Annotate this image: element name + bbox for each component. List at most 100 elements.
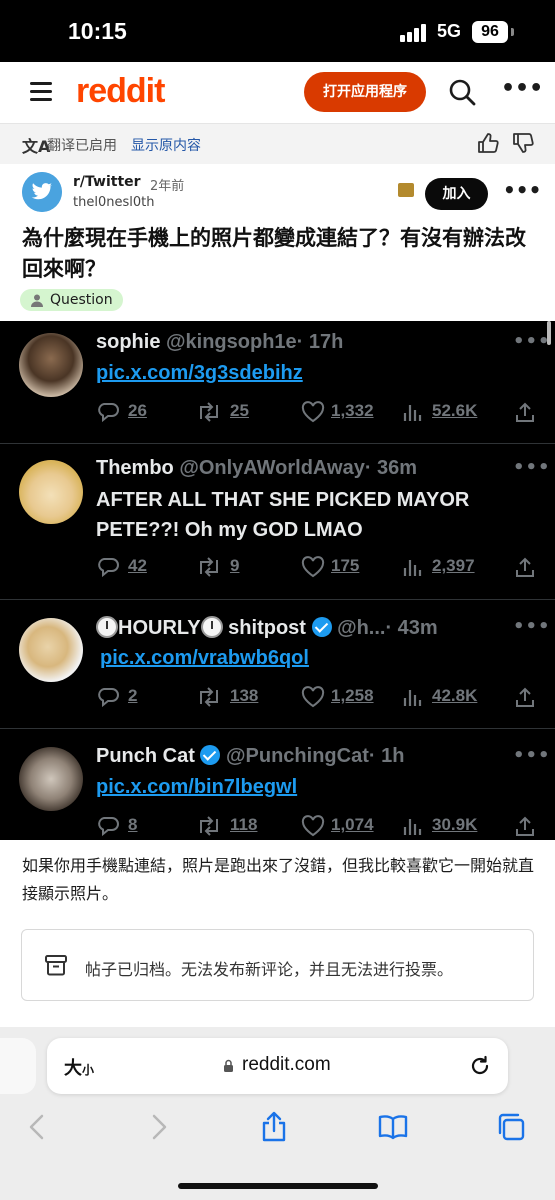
- text-size-button[interactable]: 大小: [64, 1054, 94, 1080]
- retweet-icon: [200, 402, 218, 422]
- tweet-handle: @PunchingCat: [226, 745, 369, 767]
- status-time: 10:15: [68, 18, 127, 44]
- post-body: 如果你用手機點連結，照片是跑出來了沒錯，但我比較喜歡它一開始就直接顯示照片。: [22, 856, 535, 903]
- translate-bar: 文A 翻译已启用 显示原内容: [0, 124, 555, 164]
- status-bar: 10:15 5G 96: [0, 0, 555, 62]
- views-icon: [403, 690, 422, 706]
- tweet-display-name-suffix: shitpost: [228, 617, 306, 639]
- thumbs-down-icon[interactable]: [512, 132, 534, 154]
- tweet-item: Punch Cat @PunchingCat· 1h ••• pic.x.com…: [0, 729, 555, 840]
- verified-badge-icon: [311, 617, 332, 637]
- reddit-logo[interactable]: reddit: [76, 72, 165, 111]
- tweet-header: Punch Cat @PunchingCat· 1h: [96, 745, 404, 768]
- tweet-handle: @OnlyAWorldAway: [179, 457, 365, 479]
- home-indicator[interactable]: [178, 1183, 378, 1189]
- tweet-handle: @h...: [337, 617, 386, 639]
- heart-icon: [301, 686, 325, 708]
- tweet-avatar: [19, 333, 83, 397]
- tweet-link: pic.x.com/3g3sdebihz: [96, 362, 303, 384]
- tweet-more-icon: •••: [513, 616, 551, 637]
- tweet-time: · 43m: [385, 617, 438, 639]
- share-icon: [516, 557, 534, 577]
- url-text[interactable]: reddit.com: [242, 1054, 331, 1076]
- post-age: 2年前: [150, 179, 185, 194]
- thumbs-up-icon[interactable]: [477, 132, 499, 154]
- post-flair[interactable]: Question: [20, 289, 123, 311]
- translate-status: 翻译已启用: [47, 138, 117, 154]
- tweet-link: pic.x.com/bin7lbegwl: [96, 776, 298, 798]
- retweet-icon: [200, 557, 218, 577]
- heart-icon: [301, 401, 325, 423]
- share-icon: [516, 402, 534, 422]
- tweet-screenshot[interactable]: sophie @kingsoph1e· 17h ••• pic.x.com/3g…: [0, 321, 555, 840]
- reply-icon: [98, 688, 119, 708]
- tweet-actions: 26 25 1,332 52.6K: [96, 399, 541, 425]
- tweet-time: · 1h: [368, 745, 405, 767]
- tweet-display-name: Thembo: [96, 457, 174, 479]
- tweet-display-name: sophie: [96, 331, 161, 353]
- battery-icon: 96: [472, 21, 508, 43]
- tweet-time: · 36m: [364, 457, 418, 479]
- views-icon: [403, 560, 422, 576]
- reload-icon[interactable]: [468, 1054, 492, 1078]
- tweet-handle: @kingsoph1e: [166, 331, 297, 353]
- join-button[interactable]: 加入: [425, 178, 488, 210]
- views-icon: [403, 405, 422, 421]
- tweet-more-icon: •••: [513, 331, 551, 352]
- tweet-time: · 17h: [296, 331, 344, 353]
- tweet-display-name: HOURLY: [118, 617, 201, 639]
- tweet-actions: 42 9 175 2,397: [96, 554, 541, 580]
- tweet-text: AFTER ALL THAT SHE PICKED MAYOR PETE??! …: [96, 489, 470, 541]
- tweet-item: sophie @kingsoph1e· 17h ••• pic.x.com/3g…: [0, 321, 555, 444]
- share-icon: [516, 687, 534, 707]
- tweet-more-icon: •••: [513, 745, 551, 766]
- reply-icon: [98, 403, 119, 423]
- previous-tab-edge[interactable]: [0, 1038, 36, 1094]
- tweet-link: pic.x.com/vrabwb6qol: [100, 647, 309, 669]
- tweet-more-icon: •••: [513, 457, 551, 478]
- share-icon[interactable]: [258, 1111, 290, 1143]
- show-original-link[interactable]: 显示原内容: [131, 135, 201, 155]
- tweet-avatar: [19, 460, 83, 524]
- tweet-item: Thembo @OnlyAWorldAway· 36m ••• AFTER AL…: [0, 444, 555, 600]
- network-type: 5G: [437, 21, 462, 41]
- archived-icon: [398, 183, 414, 197]
- tweet-item: HOURLY shitpost @h...· 43m ••• pic.x.com…: [0, 600, 555, 729]
- lock-icon: [224, 1059, 233, 1072]
- archived-notice: 帖子已归档。无法发布新评论，并且无法进行投票。: [21, 929, 534, 1001]
- tweet-display-name: Punch Cat: [96, 745, 195, 767]
- heart-icon: [301, 556, 325, 578]
- menu-icon[interactable]: [30, 82, 52, 102]
- subreddit-avatar[interactable]: [22, 172, 62, 212]
- user-icon: [31, 294, 43, 307]
- post-title: 為什麼現在手機上的照片都變成連結了？有沒有辦法改回來啊？: [22, 226, 526, 281]
- subreddit-name[interactable]: r/Twitter: [73, 174, 141, 190]
- forward-icon[interactable]: [142, 1111, 174, 1143]
- tweet-actions: 2 138 1,258 42.8K: [96, 684, 541, 710]
- battery-tip: [511, 28, 514, 36]
- address-bar[interactable]: 大小 reddit.com: [47, 1038, 508, 1094]
- reply-icon: [98, 817, 119, 837]
- archive-icon: [45, 955, 67, 976]
- bookmarks-icon[interactable]: [377, 1111, 409, 1143]
- archived-text: 帖子已归档。无法发布新评论，并且无法进行投票。: [85, 960, 454, 979]
- clock-icon: [96, 616, 118, 638]
- back-icon[interactable]: [22, 1111, 54, 1143]
- heart-icon: [301, 815, 325, 837]
- search-icon[interactable]: [448, 78, 476, 106]
- share-icon: [516, 816, 534, 836]
- retweet-icon: [200, 816, 218, 836]
- flair-label: Question: [50, 292, 113, 308]
- retweet-icon: [200, 687, 218, 707]
- tweet-actions: 8 118 1,074 30.9K: [96, 813, 541, 839]
- tweet-header: HOURLY shitpost @h...· 43m: [96, 616, 438, 640]
- verified-badge-icon: [200, 745, 221, 765]
- views-icon: [403, 819, 422, 835]
- post-more-icon[interactable]: •••: [503, 180, 541, 200]
- tweet-avatar: [19, 618, 83, 682]
- tabs-icon[interactable]: [495, 1111, 527, 1143]
- more-icon[interactable]: •••: [501, 78, 543, 104]
- tweet-avatar: [19, 747, 83, 811]
- author-name[interactable]: thel0nesl0th: [73, 195, 154, 210]
- open-app-button[interactable]: 打开应用程序: [304, 72, 426, 112]
